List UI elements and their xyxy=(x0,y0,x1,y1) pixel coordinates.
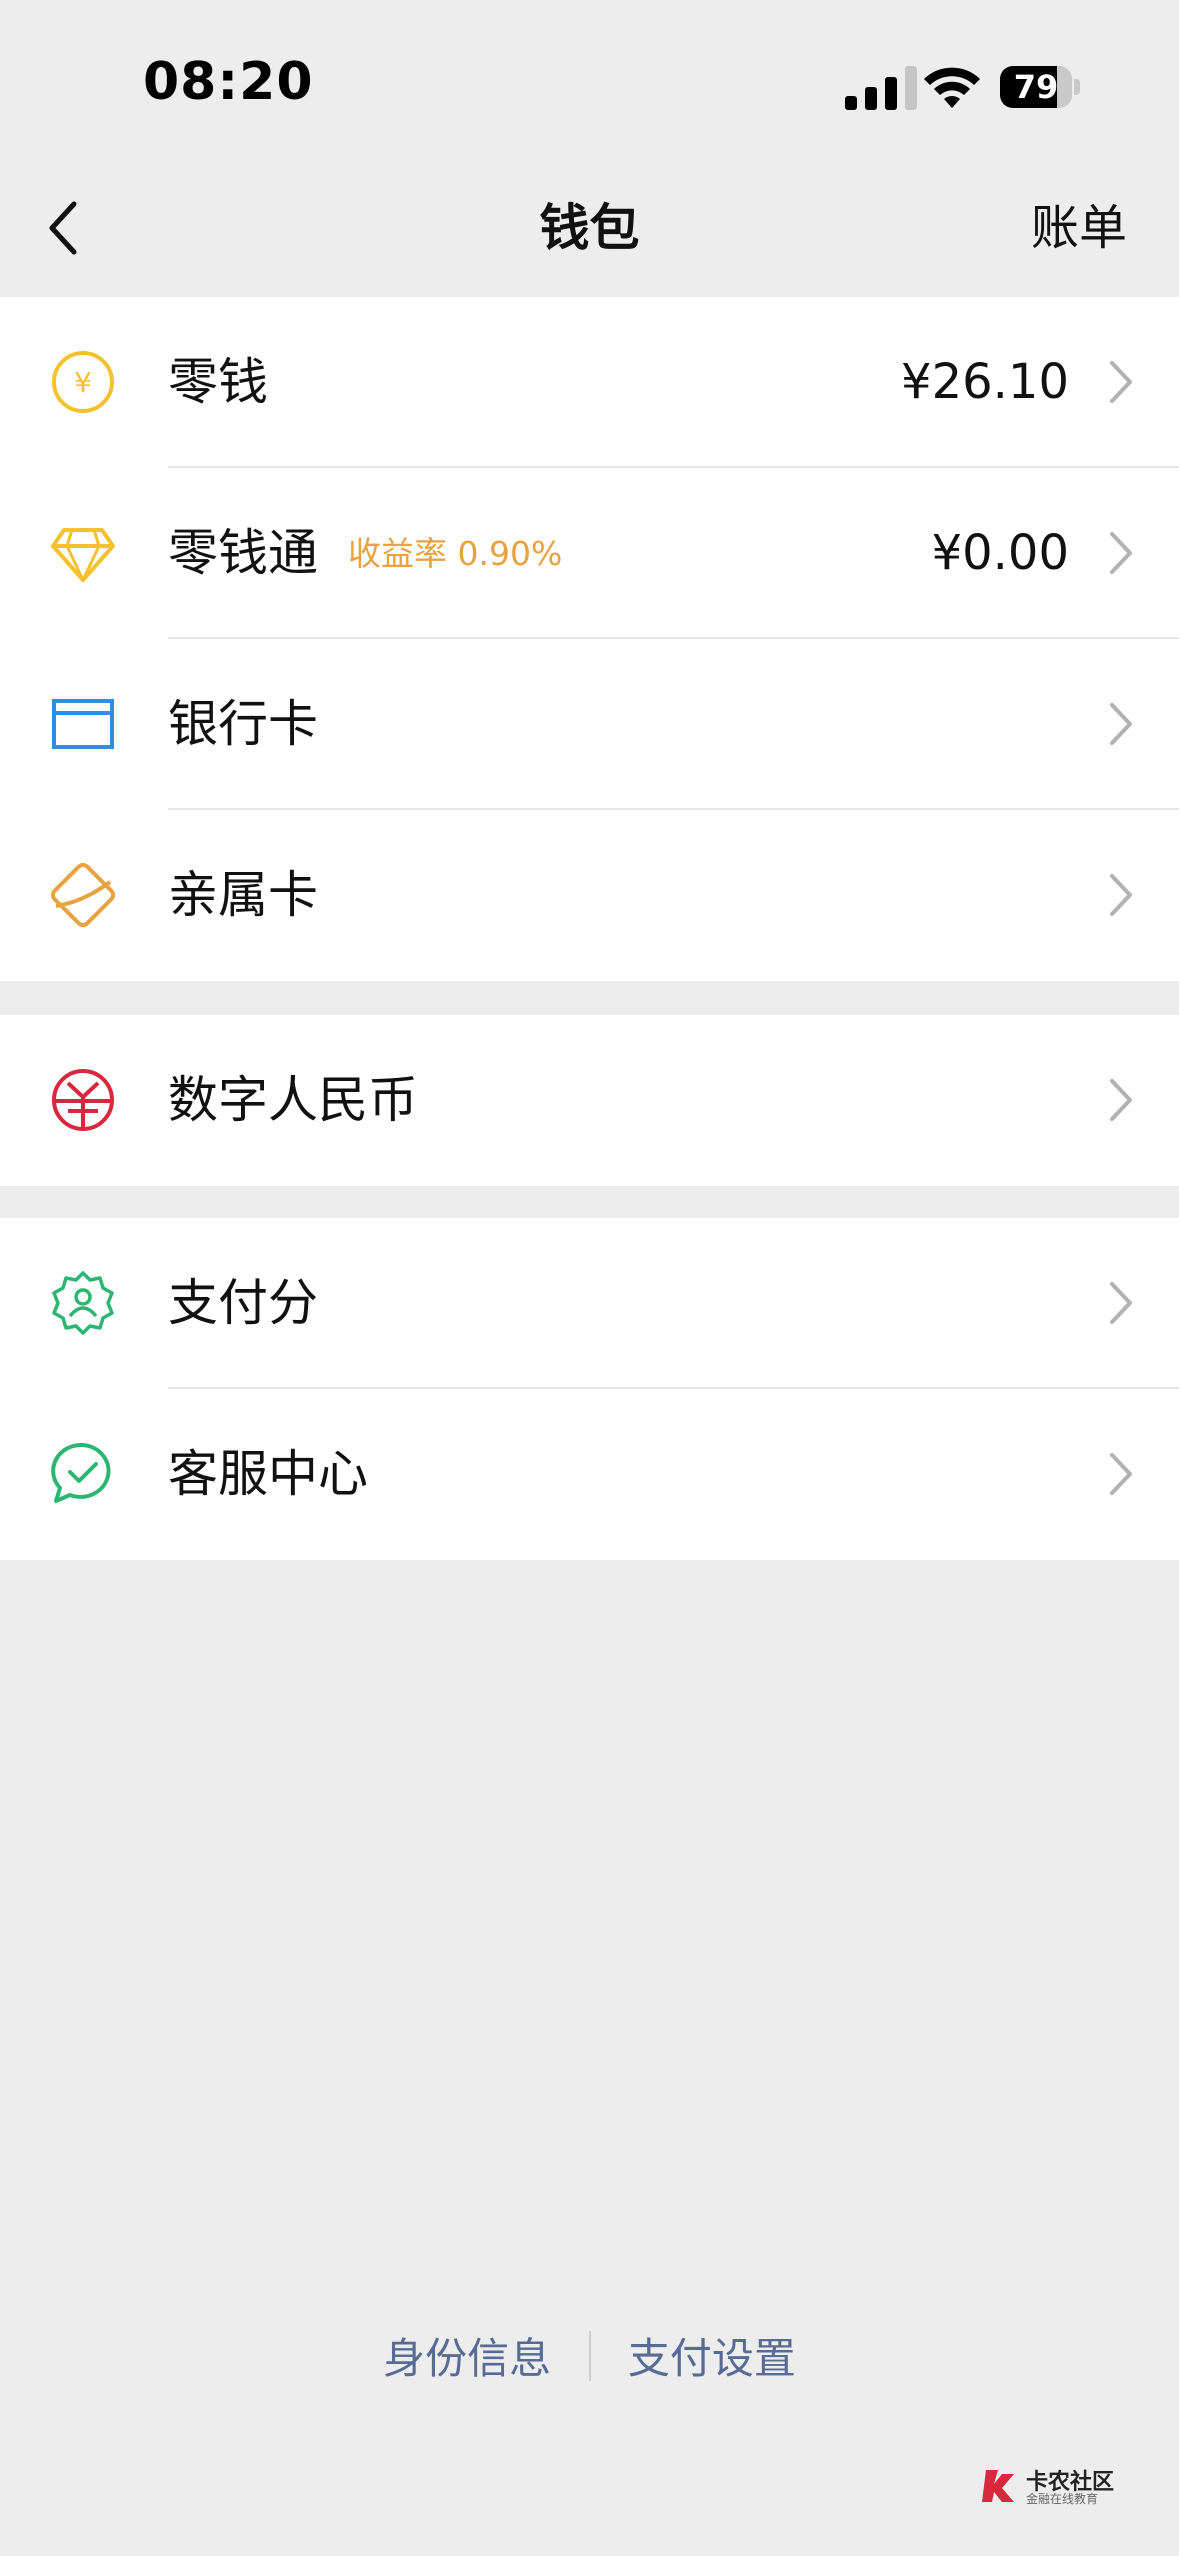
watermark-subtext: 金融在线教育 xyxy=(1026,2492,1099,2506)
digital-rmb-icon xyxy=(52,1069,114,1131)
identity-info-link[interactable]: 身份信息 xyxy=(383,2325,551,2386)
footer-divider xyxy=(588,2330,591,2381)
status-bar: 08:20 79 xyxy=(0,0,1179,160)
coin-yuan-icon: ¥ xyxy=(52,351,114,413)
diamond-icon xyxy=(51,528,115,582)
pay-score-icon xyxy=(52,1271,114,1335)
cellular-signal-icon xyxy=(845,66,917,110)
wallet-group-digital: 数字人民币 xyxy=(0,1015,1179,1186)
list-item-family-card[interactable]: 亲属卡 xyxy=(0,810,1179,981)
battery-level: 79 xyxy=(1013,68,1059,106)
customer-service-icon xyxy=(51,1442,111,1503)
battery-indicator: 79 xyxy=(1000,66,1080,108)
item-label: 亲属卡 xyxy=(168,866,318,924)
chevron-right-icon xyxy=(1110,532,1132,574)
chevron-right-icon xyxy=(1110,361,1132,403)
wallet-group-main: ¥ 零钱 ¥26.10 零钱通 收益率 0.90% ¥0.00 银行卡 亲属卡 xyxy=(0,297,1179,981)
page-title: 钱包 xyxy=(539,199,640,257)
nav-bar: 钱包 账单 xyxy=(0,160,1179,296)
chevron-right-icon xyxy=(1110,1079,1132,1121)
list-item-change[interactable]: ¥ 零钱 ¥26.10 xyxy=(0,297,1179,468)
watermark-icon xyxy=(982,2470,1014,2502)
family-card-icon xyxy=(50,862,116,928)
item-label: 零钱 xyxy=(168,353,268,411)
chevron-right-icon xyxy=(1110,703,1132,745)
pay-settings-link[interactable]: 支付设置 xyxy=(628,2325,796,2386)
chevron-right-icon xyxy=(1110,1282,1132,1324)
list-item-customer-service[interactable]: 客服中心 xyxy=(0,1389,1179,1560)
item-label: 客服中心 xyxy=(168,1445,368,1503)
list-item-digital-rmb[interactable]: 数字人民币 xyxy=(0,1015,1179,1186)
item-label: 零钱通 xyxy=(168,524,318,582)
item-value: ¥26.10 xyxy=(901,354,1069,410)
item-label: 银行卡 xyxy=(168,695,318,753)
bill-button[interactable]: 账单 xyxy=(1031,160,1127,296)
item-value: ¥0.00 xyxy=(931,525,1069,581)
item-label: 支付分 xyxy=(168,1274,318,1332)
svg-text:¥: ¥ xyxy=(74,366,92,399)
chevron-right-icon xyxy=(1110,1453,1132,1495)
list-item-pay-score[interactable]: 支付分 xyxy=(0,1218,1179,1389)
status-time: 08:20 xyxy=(143,52,314,112)
yield-rate-tag: 收益率 0.90% xyxy=(348,534,563,573)
wifi-icon xyxy=(924,67,980,108)
list-item-lingqiantong[interactable]: 零钱通 收益率 0.90% ¥0.00 xyxy=(0,468,1179,639)
watermark-logo: 卡农社区 金融在线教育 xyxy=(980,2462,1150,2512)
chevron-right-icon xyxy=(1110,874,1132,916)
item-label: 数字人民币 xyxy=(168,1071,418,1129)
bank-card-icon xyxy=(52,699,114,749)
list-item-bank-card[interactable]: 银行卡 xyxy=(0,639,1179,810)
wallet-group-services: 支付分 客服中心 xyxy=(0,1218,1179,1560)
footer-links: 身份信息 支付设置 xyxy=(0,2325,1179,2385)
